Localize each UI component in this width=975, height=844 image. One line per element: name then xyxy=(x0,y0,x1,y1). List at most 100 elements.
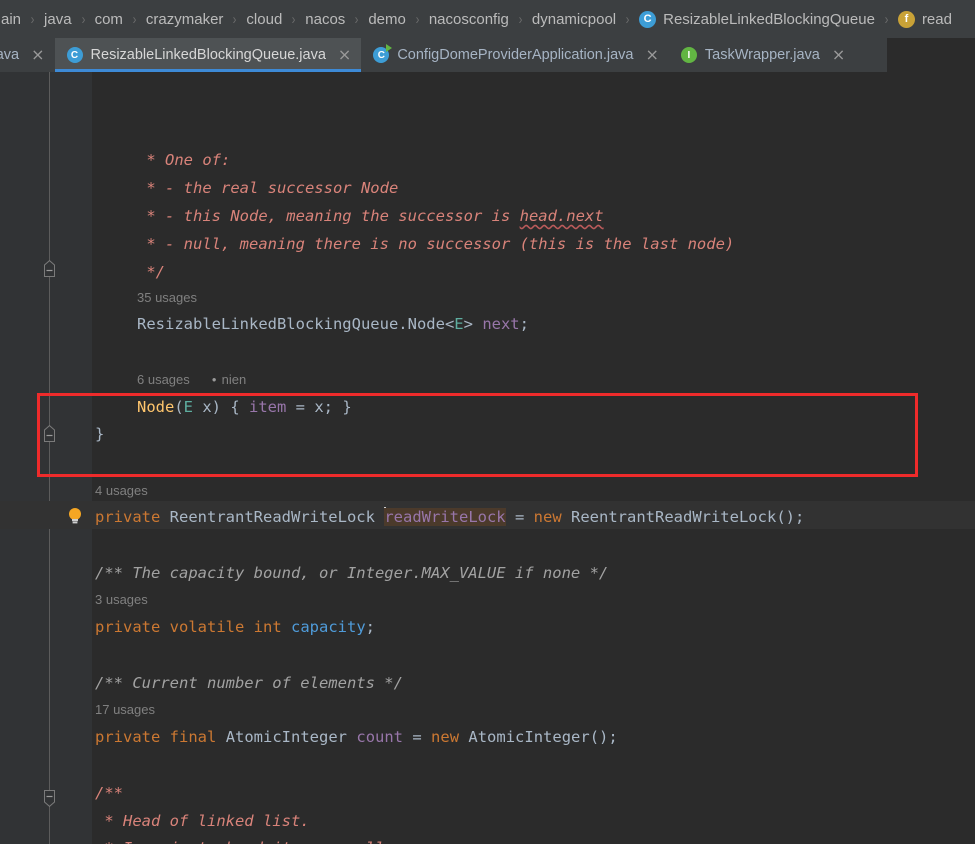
breadcrumb-separator: › xyxy=(625,10,630,28)
code-line[interactable]: ResizableLinkedBlockingQueue.Node<E> nex… xyxy=(137,310,529,338)
breadcrumb-item-label: com xyxy=(94,10,123,28)
class-icon: C xyxy=(66,47,83,63)
code-text-area[interactable]: * One of: * - the real successor Node * … xyxy=(92,72,975,844)
breadcrumb-separator: › xyxy=(354,10,359,28)
author-hint[interactable]: ● nien xyxy=(212,372,246,387)
usages-count-label: 3 usages xyxy=(95,592,148,607)
breadcrumb-item-com[interactable]: com xyxy=(94,11,124,28)
breadcrumb-item-resizablelinkedblockingqueue[interactable]: C ResizableLinkedBlockingQueue xyxy=(638,10,876,28)
code-token: > xyxy=(463,315,483,333)
breadcrumb-separator: › xyxy=(884,10,889,28)
editor-gutter[interactable] xyxy=(0,72,92,844)
code-line[interactable]: * - the real successor Node xyxy=(137,174,398,202)
close-icon[interactable]: × xyxy=(31,47,44,63)
breadcrumb-item-cloud[interactable]: cloud xyxy=(245,11,283,28)
usages-hint[interactable]: 4 usages xyxy=(95,481,148,501)
usages-count-label: 17 usages xyxy=(95,702,155,717)
code-token: private xyxy=(95,728,161,746)
breadcrumb-separator: › xyxy=(415,10,420,28)
usages-hint[interactable]: 3 usages xyxy=(95,590,148,610)
breadcrumb: ain › java › com › crazymaker › cloud › nacos › demo… xyxy=(0,0,975,38)
fold-marker-up[interactable] xyxy=(41,260,58,277)
code-token: int xyxy=(253,618,282,636)
code-token: * - null, meaning there is no successor … xyxy=(137,235,735,253)
code-line[interactable]: /** Current number of elements */ xyxy=(95,669,403,697)
code-token: = xyxy=(505,508,534,526)
usages-count-label: 6 usages xyxy=(137,372,190,387)
code-token: readWriteLock xyxy=(384,508,506,526)
code-line[interactable]: * - this Node, meaning the successor is … xyxy=(137,202,603,230)
code-token: private xyxy=(95,508,161,526)
fold-marker-down[interactable] xyxy=(41,790,58,807)
person-icon: ● xyxy=(211,375,217,384)
close-icon[interactable]: × xyxy=(832,47,845,63)
code-line[interactable]: /** xyxy=(95,779,123,807)
breadcrumb-item-ain[interactable]: ain xyxy=(0,11,22,28)
code-token: < xyxy=(444,315,455,333)
code-line[interactable]: */ xyxy=(137,258,165,286)
breadcrumb-separator: › xyxy=(518,10,523,28)
code-token: * - this Node, meaning the successor is xyxy=(137,207,520,225)
author-name-label: nien xyxy=(221,372,247,387)
code-editor[interactable]: * One of: * - the real successor Node * … xyxy=(0,72,975,844)
code-line[interactable]: private final AtomicInteger count = new … xyxy=(95,723,618,751)
code-token: Node xyxy=(137,398,175,416)
usages-hint[interactable]: 17 usages xyxy=(95,700,155,720)
code-line[interactable]: * Invariant: head.item == null xyxy=(95,834,384,844)
code-token: /** xyxy=(95,784,123,802)
editor-tab-configdomeproviderapplication[interactable]: C ConfigDomeProviderApplication.java × xyxy=(361,38,669,72)
breadcrumb-item-crazymaker[interactable]: crazymaker xyxy=(145,11,225,28)
usages-count-label: 4 usages xyxy=(95,483,148,498)
breadcrumb-separator: › xyxy=(291,10,296,28)
breadcrumb-item-label: dynamicpool xyxy=(531,10,617,28)
code-line-focused[interactable]: private ReentrantReadWriteLock readWrite… xyxy=(95,503,804,531)
breadcrumb-item-nacosconfig[interactable]: nacosconfig xyxy=(428,11,510,28)
class-icon: C xyxy=(639,10,657,28)
close-icon[interactable]: × xyxy=(645,47,658,63)
breadcrumb-item-label: java xyxy=(44,10,72,28)
code-token: ResizableLinkedBlockingQueue.Node xyxy=(137,315,445,333)
breadcrumb-item-demo[interactable]: demo xyxy=(367,11,407,28)
breadcrumb-item-read[interactable]: f read xyxy=(897,10,953,28)
code-token: new xyxy=(431,728,460,746)
editor-tab-pexecutor[interactable]: pExecutor.java × xyxy=(0,38,55,72)
code-line[interactable]: * One of: xyxy=(137,146,230,174)
breadcrumb-item-label: ain xyxy=(1,10,22,28)
gutter-divider-line xyxy=(49,72,50,844)
close-icon[interactable]: × xyxy=(338,47,351,63)
code-token: ; xyxy=(365,618,376,636)
code-token: new xyxy=(533,508,562,526)
usages-hint[interactable]: 6 usages ● nien xyxy=(137,370,246,390)
code-line[interactable]: private volatile int capacity; xyxy=(95,613,375,641)
code-line[interactable]: Node(E x) { item = x; } xyxy=(137,393,352,421)
breadcrumb-item-dynamicpool[interactable]: dynamicpool xyxy=(531,11,617,28)
code-token: capacity xyxy=(291,618,366,636)
code-token: ; xyxy=(519,315,529,333)
code-token: = x; } xyxy=(286,398,352,416)
breadcrumb-separator: › xyxy=(132,10,137,28)
code-token: * One of: xyxy=(137,151,231,169)
code-token: E xyxy=(183,398,194,416)
code-token: AtomicInteger xyxy=(225,728,348,746)
code-line[interactable]: * - null, meaning there is no successor … xyxy=(137,230,734,258)
editor-tab-resizablelinkedblockingqueue[interactable]: C ResizableLinkedBlockingQueue.java × xyxy=(54,38,362,72)
usages-hint[interactable]: 35 usages xyxy=(137,288,197,308)
code-token: E xyxy=(454,315,464,333)
code-token: final xyxy=(169,728,217,746)
code-line[interactable]: * Head of linked list. xyxy=(95,807,309,835)
code-token: count xyxy=(356,728,404,746)
code-line[interactable]: } xyxy=(95,420,104,448)
interface-icon: I xyxy=(680,47,697,63)
breadcrumb-item-java[interactable]: java xyxy=(43,11,73,28)
code-token: /** Current number of elements */ xyxy=(95,674,403,692)
fold-marker-up[interactable] xyxy=(41,425,58,442)
intention-bulb-icon[interactable] xyxy=(67,507,83,525)
code-token: ( xyxy=(174,398,184,416)
code-line[interactable]: /** The capacity bound, or Integer.MAX_V… xyxy=(95,559,608,587)
breadcrumb-item-nacos[interactable]: nacos xyxy=(304,11,346,28)
breadcrumb-item-label: demo xyxy=(368,10,406,28)
code-token: * - the real successor Node xyxy=(137,179,399,197)
editor-tab-taskwrapper[interactable]: I TaskWrapper.java × xyxy=(669,38,855,72)
breadcrumb-separator: › xyxy=(233,10,237,28)
